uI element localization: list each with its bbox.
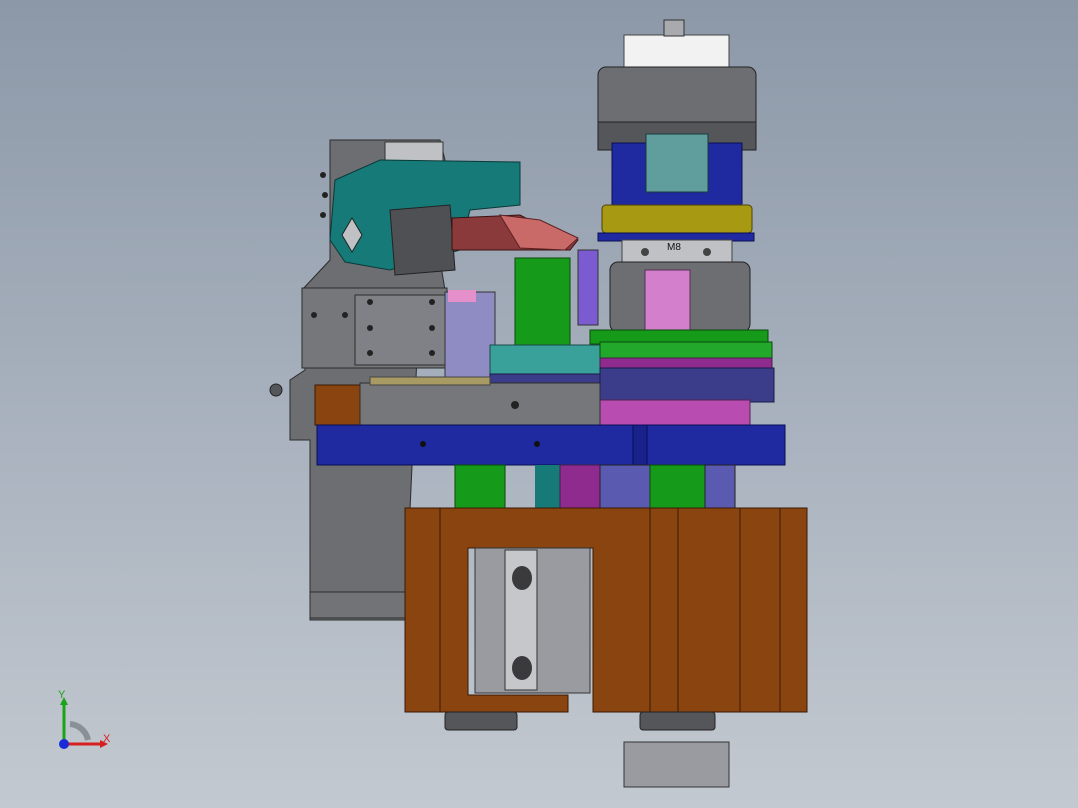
lower-shafts[interactable]	[454, 464, 736, 511]
salmon-pointer[interactable]	[451, 214, 579, 251]
bottom-feet[interactable]	[444, 711, 730, 788]
blue-bar[interactable]	[316, 424, 786, 466]
triad-y-label: Y	[58, 689, 66, 701]
center-stack[interactable]	[444, 249, 601, 389]
right-discs[interactable]	[589, 329, 775, 431]
axis-triad	[59, 697, 108, 749]
inner-cylinder[interactable]	[474, 547, 591, 694]
triad-x-label: X	[103, 733, 111, 745]
brown-base[interactable]	[404, 507, 808, 713]
assembly-model[interactable]	[0, 0, 1078, 808]
cad-viewport[interactable]: M8 X Y	[0, 0, 1078, 808]
right-tower[interactable]	[597, 19, 757, 333]
part-label-m8: M8	[667, 242, 681, 253]
